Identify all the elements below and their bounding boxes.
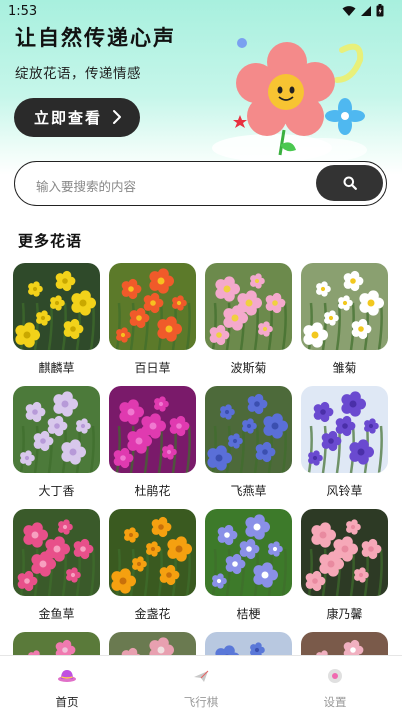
flower-image xyxy=(301,509,388,596)
view-now-label: 立即查看 xyxy=(34,109,103,127)
status-bar: 1:53 xyxy=(0,0,402,24)
tab-settings-label: 设置 xyxy=(323,695,347,709)
tab-home-label: 首页 xyxy=(55,695,79,709)
flower-name: 金鱼草 xyxy=(38,607,75,621)
flower-image xyxy=(301,386,388,473)
flower-image xyxy=(205,386,292,473)
tab-flight-chess[interactable]: 飞行棋 xyxy=(134,656,268,716)
flower-name: 雏菊 xyxy=(332,361,357,375)
flower-card[interactable]: 康乃馨 xyxy=(301,509,388,622)
tab-home[interactable]: 首页 xyxy=(0,656,134,716)
flower-name: 桔梗 xyxy=(236,607,261,621)
flower-image xyxy=(205,263,292,350)
search-icon xyxy=(343,176,357,190)
plane-icon xyxy=(194,670,209,682)
flower-card[interactable]: 麒麟草 xyxy=(13,263,100,376)
signal-icon xyxy=(361,5,371,16)
search-bar[interactable]: 输入要搜索的内容 xyxy=(14,161,387,206)
chevron-right-icon xyxy=(113,110,121,124)
flower-name: 康乃馨 xyxy=(326,607,363,621)
flower-card[interactable]: 雏菊 xyxy=(301,263,388,376)
flower-image xyxy=(13,386,100,473)
flower-mascot-illustration xyxy=(212,38,367,162)
flower-name: 风铃草 xyxy=(326,484,363,498)
status-icons xyxy=(342,4,384,17)
tab-flight-chess-label: 飞行棋 xyxy=(183,695,219,709)
flower-card[interactable]: 金盏花 xyxy=(109,509,196,622)
flower-name: 大丁香 xyxy=(38,484,75,498)
search-input[interactable]: 输入要搜索的内容 xyxy=(36,176,136,195)
flower-name: 杜鹃花 xyxy=(134,484,171,498)
hero-title: 让自然传递心声 xyxy=(15,26,176,50)
flower-image xyxy=(109,509,196,596)
flower-image xyxy=(13,263,100,350)
flower-image xyxy=(301,263,388,350)
flower-name: 麒麟草 xyxy=(38,361,75,375)
tab-settings[interactable]: 设置 xyxy=(268,656,402,716)
flower-card[interactable]: 波斯菊 xyxy=(205,263,292,376)
flower-card[interactable]: 飞燕草 xyxy=(205,386,292,499)
bottom-tab-bar: 首页 飞行棋 设置 xyxy=(0,655,402,716)
view-now-button[interactable]: 立即查看 xyxy=(14,98,140,137)
flower-card[interactable]: 风铃草 xyxy=(301,386,388,499)
flower-image xyxy=(109,386,196,473)
flower-name: 金盏花 xyxy=(134,607,171,621)
hero-banner: 1:53 让自然传递心声 绽放花语，传递情感 立即查看 xyxy=(0,0,402,175)
flower-card[interactable]: 桔梗 xyxy=(205,509,292,622)
flower-image xyxy=(205,509,292,596)
flower-card[interactable]: 大丁香 xyxy=(13,386,100,499)
flower-card[interactable]: 金鱼草 xyxy=(13,509,100,622)
settings-icon xyxy=(328,669,342,683)
section-title: 更多花语 xyxy=(18,232,83,250)
flower-name: 百日草 xyxy=(134,361,171,375)
wifi-icon xyxy=(342,5,356,16)
hero-subtitle: 绽放花语，传递情感 xyxy=(15,66,141,82)
status-time: 1:53 xyxy=(8,4,38,19)
flower-card[interactable]: 杜鹃花 xyxy=(109,386,196,499)
hat-icon xyxy=(58,670,76,682)
flower-name: 飞燕草 xyxy=(230,484,267,498)
battery-icon xyxy=(376,4,384,17)
flower-name: 波斯菊 xyxy=(230,361,267,375)
flower-image xyxy=(109,263,196,350)
flower-card[interactable]: 百日草 xyxy=(109,263,196,376)
search-button[interactable] xyxy=(316,165,383,201)
flower-image xyxy=(13,509,100,596)
